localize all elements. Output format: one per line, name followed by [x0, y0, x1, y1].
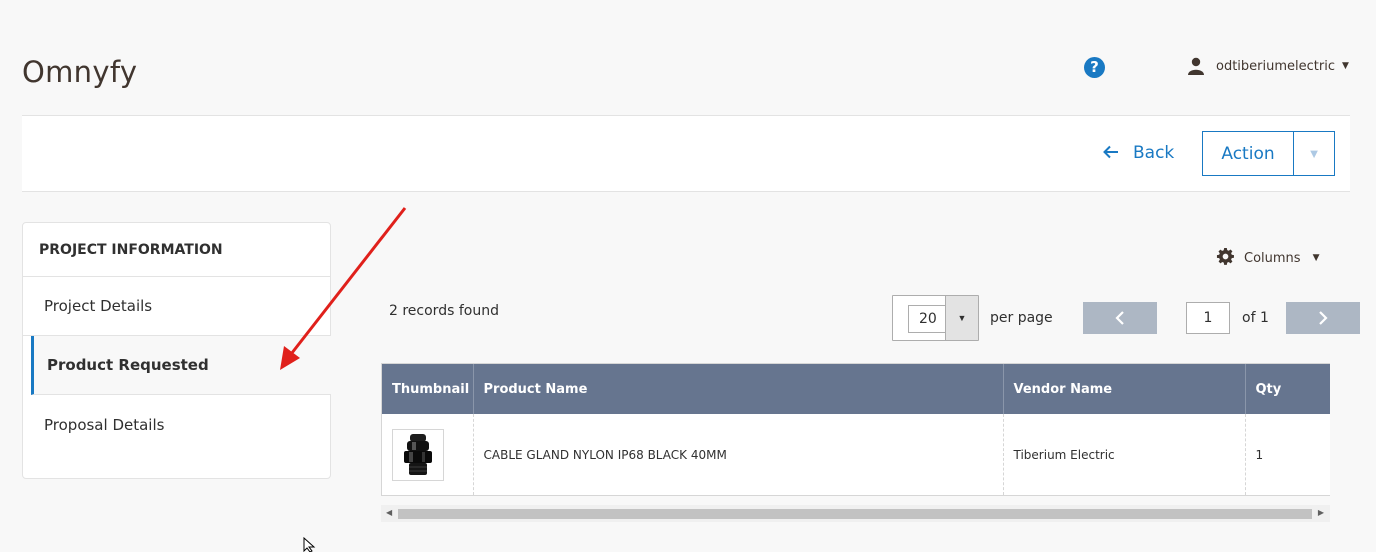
chevron-down-icon: ▼ — [1307, 146, 1321, 161]
arrow-left-icon — [1103, 143, 1119, 164]
app-logo[interactable]: Omnyfy — [22, 55, 137, 89]
per-page-dropdown-button[interactable]: ▼ — [945, 296, 978, 340]
user-icon — [1186, 56, 1206, 76]
mouse-cursor-icon — [303, 537, 316, 552]
back-button[interactable]: Back — [1103, 142, 1174, 164]
product-thumbnail[interactable] — [392, 428, 444, 481]
help-icon[interactable]: ? — [1084, 57, 1105, 78]
scrollbar-thumb[interactable] — [398, 509, 1312, 519]
action-split-button[interactable]: Action ▼ — [1202, 131, 1335, 176]
columns-control[interactable]: Columns ▼ — [1216, 247, 1320, 270]
chevron-down-icon: ▼ — [1312, 253, 1320, 263]
column-header-thumbnail[interactable]: Thumbnail — [382, 364, 474, 414]
grid-header-row: Thumbnail Product Name Vendor Name Qty — [382, 364, 1330, 414]
scroll-left-icon[interactable]: ◀ — [386, 508, 392, 517]
action-dropdown-toggle[interactable]: ▼ — [1294, 132, 1334, 175]
sidebar-title: PROJECT INFORMATION — [23, 223, 330, 277]
column-header-qty[interactable]: Qty — [1245, 364, 1330, 414]
page-total-label: of 1 — [1242, 310, 1269, 326]
user-menu[interactable]: odtiberiumelectric ▼ — [1186, 55, 1349, 77]
columns-label: Columns — [1244, 250, 1301, 266]
per-page-select[interactable]: 20 ▼ — [892, 295, 979, 341]
vendor-name-cell: Tiberium Electric — [1003, 414, 1246, 495]
product-name-cell: CABLE GLAND NYLON IP68 BLACK 40MM — [473, 414, 1004, 495]
action-button[interactable]: Action — [1203, 132, 1294, 175]
next-page-button[interactable] — [1286, 302, 1360, 334]
horizontal-scrollbar[interactable]: ◀ ▶ — [381, 505, 1330, 522]
column-header-vendor-name[interactable]: Vendor Name — [1003, 364, 1246, 414]
sidebar-item-product-requested[interactable]: Product Requested — [31, 336, 331, 395]
project-info-sidebar: PROJECT INFORMATION Project Details Prod… — [22, 222, 331, 479]
qty-cell: 1 — [1245, 414, 1330, 495]
thumbnail-cell — [382, 414, 474, 495]
chevron-down-icon: ▼ — [957, 313, 967, 323]
sidebar-item-project-details[interactable]: Project Details — [23, 277, 330, 336]
sidebar-item-proposal-details[interactable]: Proposal Details — [23, 395, 330, 454]
previous-page-button[interactable] — [1083, 302, 1157, 334]
column-header-product-name[interactable]: Product Name — [473, 364, 1004, 414]
products-grid: Thumbnail Product Name Vendor Name Qty C… — [381, 363, 1330, 496]
cable-gland-image — [404, 433, 432, 475]
gear-icon — [1216, 247, 1235, 270]
scroll-right-icon[interactable]: ▶ — [1318, 508, 1324, 517]
chevron-left-icon — [1115, 311, 1124, 325]
chevron-down-icon: ▼ — [1341, 61, 1349, 71]
page-number-input[interactable]: 1 — [1186, 302, 1230, 334]
records-count: 2 records found — [389, 303, 499, 319]
username-label: odtiberiumelectric — [1216, 58, 1335, 74]
per-page-label: per page — [990, 310, 1053, 326]
back-label: Back — [1133, 143, 1175, 163]
per-page-value[interactable]: 20 — [908, 305, 948, 333]
table-row[interactable]: CABLE GLAND NYLON IP68 BLACK 40MM Tiberi… — [382, 414, 1330, 495]
chevron-right-icon — [1319, 311, 1328, 325]
